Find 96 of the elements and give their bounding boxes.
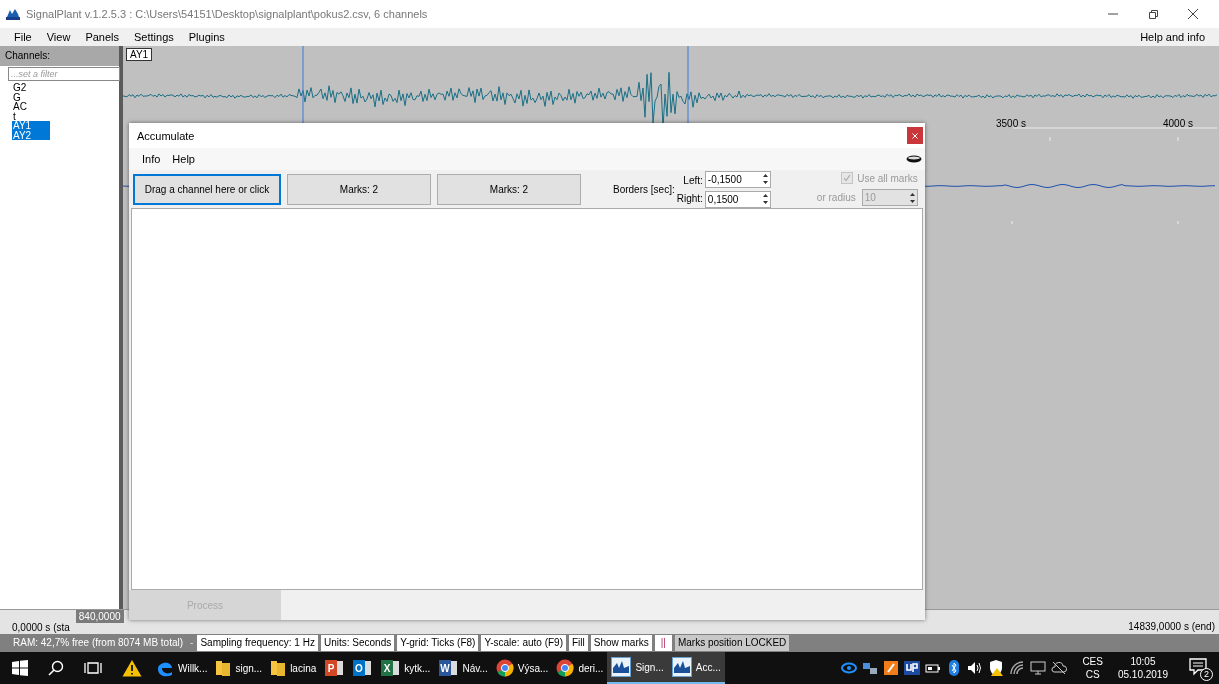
folder-icon (215, 659, 232, 677)
app-label: Acc... (695, 661, 721, 673)
folder-icon (270, 659, 287, 677)
cursor-time: 840,0000 (75, 610, 124, 623)
filter-field[interactable]: ...set a filter (8, 67, 120, 81)
menu-item[interactable]: Info (142, 153, 161, 165)
signal-app-icon (611, 657, 632, 677)
menu-item[interactable]: Help and info (1140, 31, 1205, 43)
status-toggle[interactable]: Sampling frequency: 1 Hz (197, 635, 318, 651)
upload-icon[interactable] (904, 660, 921, 676)
message-icon (1189, 657, 1209, 677)
close-icon[interactable] (1187, 8, 1199, 20)
taskbar-app[interactable]: Willk... (152, 652, 212, 684)
pill-icon[interactable] (906, 155, 922, 163)
dialog-title: Accumulate (137, 129, 196, 142)
menu-item[interactable]: Plugins (188, 31, 225, 43)
app-label: Náv... (462, 662, 488, 674)
channel-label: AY1 (126, 48, 153, 61)
taskbar-app[interactable]: lacina (266, 652, 321, 684)
close-button[interactable] (907, 127, 923, 144)
wifi-icon[interactable] (1009, 660, 1026, 676)
status-toggle[interactable]: Y-grid: Ticks (F8) (397, 635, 479, 651)
spinner-arrows-icon[interactable] (760, 193, 770, 205)
taskbar-app[interactable]: O (348, 652, 377, 684)
restore-icon[interactable] (1147, 8, 1159, 20)
channel-item[interactable]: G (12, 92, 50, 102)
check-icon (843, 174, 852, 182)
time-start: 0,0000 s (sta (11, 622, 71, 634)
channel-item[interactable]: AY1 (12, 121, 50, 131)
app-label: lacina (290, 662, 317, 674)
taskbar-app[interactable]: Acc... (667, 652, 725, 684)
axis-label: 3500 s (996, 118, 1027, 129)
browser-icon (556, 659, 575, 677)
channel-item[interactable]: G2 (12, 83, 50, 93)
window-title: SignalPlant v.1.2.5.3 : C:\Users\54151\Desktop\signalplant\pokus2.csv, 6 channels (26, 8, 429, 20)
channel-item[interactable]: AC (12, 102, 50, 112)
warning-icon[interactable] (122, 659, 142, 677)
shield-icon[interactable] (988, 660, 1005, 676)
language-indicator[interactable]: CES CS (1082, 655, 1103, 681)
taskbar-app[interactable]: deri... (552, 652, 608, 684)
taskbar-app[interactable]: W Náv... (434, 652, 492, 684)
status-text: RAM: 42,7% free (from 8074 MB total) (12, 636, 185, 650)
status-toggle[interactable]: Y-scale: auto (F9) (481, 635, 566, 651)
cloud-icon[interactable] (1051, 660, 1068, 676)
app-label: deri... (578, 662, 604, 674)
app-label: Willk... (178, 662, 208, 674)
field-label: or radius (816, 192, 856, 203)
taskbar-app[interactable]: P (320, 652, 349, 684)
status-toggle[interactable]: Show marks (590, 635, 652, 651)
menu-item[interactable]: Settings (134, 31, 174, 43)
menu-item[interactable]: Help (172, 153, 195, 165)
field-label: Right: (676, 192, 703, 204)
marks-button[interactable]: Marks: 2 (287, 173, 431, 205)
panel-header: Channels: (0, 46, 119, 66)
menu-item[interactable]: File (14, 31, 32, 43)
marker-line[interactable] (302, 46, 689, 125)
notification-count: 2 (1200, 668, 1213, 681)
display-icon[interactable] (1030, 660, 1047, 676)
number-field[interactable]: -0,1500 (704, 170, 771, 188)
app-label: sign... (235, 662, 263, 674)
status-text: Marks position LOCKED (674, 635, 790, 651)
task-view-icon[interactable] (84, 660, 102, 676)
checkbox-label: Use all marks (857, 172, 918, 184)
app-label: Sign... (635, 661, 664, 673)
app-label: kytk... (404, 662, 431, 674)
menu-item[interactable]: View (46, 31, 71, 43)
field-label: Borders [sec]: (613, 183, 675, 195)
signal-app-icon (671, 657, 692, 677)
channel-item[interactable]: AY2 (12, 130, 50, 140)
taskbar-app[interactable]: Sign... (607, 652, 668, 684)
spinner-arrows-icon[interactable] (760, 173, 770, 185)
channel-item[interactable]: t (12, 111, 50, 121)
taskbar-app[interactable]: sign... (211, 652, 267, 684)
axis-label: 4000 s (1163, 118, 1194, 129)
time-end: 14839,0000 s (end) (1127, 621, 1216, 634)
sync-icon[interactable] (841, 660, 858, 676)
app-label: Výsa... (517, 662, 549, 674)
status-text: - (189, 636, 195, 650)
number-field[interactable]: 0,1500 (704, 190, 771, 208)
menu-item[interactable]: Panels (85, 31, 120, 43)
search-icon[interactable] (48, 660, 64, 676)
status-toggle[interactable]: Units: Seconds (320, 635, 395, 651)
windows-icon[interactable] (12, 660, 28, 676)
taskbar-app[interactable]: X kytk... (376, 652, 435, 684)
clock-date[interactable]: 05.10.2019 (1117, 668, 1168, 681)
app-icon (6, 8, 20, 20)
volume-icon[interactable] (967, 660, 984, 676)
status-toggle[interactable]: Fill (568, 635, 588, 651)
browser-icon (495, 659, 514, 677)
taskbar-app[interactable]: Výsa... (491, 652, 553, 684)
marks-indicator[interactable]: || (654, 635, 672, 651)
notifications-button[interactable]: 2 (1189, 657, 1209, 679)
drag-channel-button[interactable]: Drag a channel here or click (133, 173, 281, 205)
field-label: Left: (683, 174, 703, 186)
marks-button[interactable]: Marks: 2 (437, 173, 581, 205)
clock-time[interactable]: 10:05 (1130, 655, 1156, 668)
